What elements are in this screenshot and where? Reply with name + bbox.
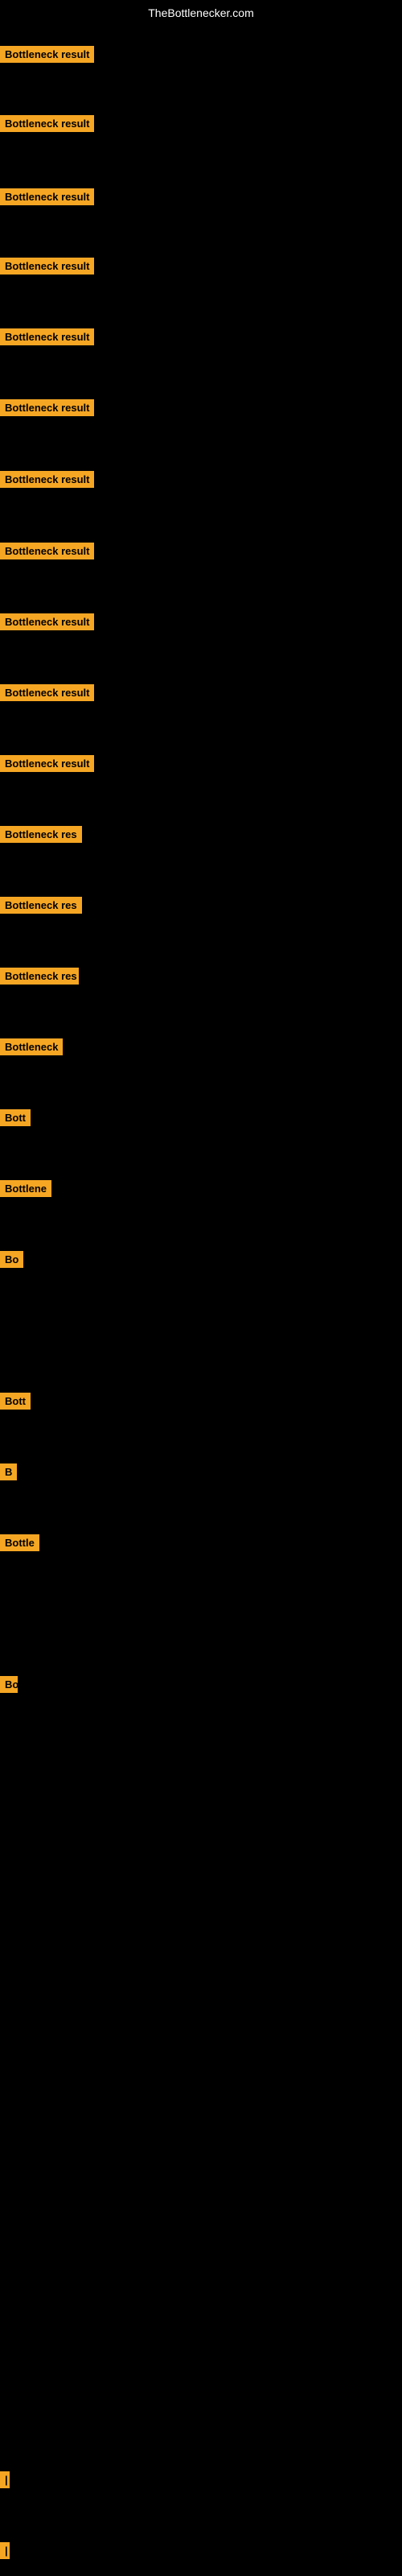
bottleneck-badge-4: Bottleneck result xyxy=(0,328,94,345)
bottleneck-badge-22: | xyxy=(0,2471,10,2488)
bottleneck-badge-18: Bott xyxy=(0,1393,31,1410)
bottleneck-badge-1: Bottleneck result xyxy=(0,115,94,132)
bottleneck-badge-11: Bottleneck res xyxy=(0,826,82,843)
bottleneck-badge-16: Bottlene xyxy=(0,1180,51,1197)
bottleneck-badge-21: Bo xyxy=(0,1676,18,1693)
site-title: TheBottlenecker.com xyxy=(148,6,254,19)
bottleneck-badge-19: B xyxy=(0,1463,17,1480)
bottleneck-badge-10: Bottleneck result xyxy=(0,755,94,772)
bottleneck-badge-17: Bo xyxy=(0,1251,23,1268)
bottleneck-badge-7: Bottleneck result xyxy=(0,543,94,559)
bottleneck-badge-0: Bottleneck result xyxy=(0,46,94,63)
bottleneck-badge-14: Bottleneck xyxy=(0,1038,63,1055)
bottleneck-badge-12: Bottleneck res xyxy=(0,897,82,914)
bottleneck-badge-6: Bottleneck result xyxy=(0,471,94,488)
bottleneck-badge-3: Bottleneck result xyxy=(0,258,94,275)
bottleneck-badge-13: Bottleneck res xyxy=(0,968,79,985)
bottleneck-badge-15: Bott xyxy=(0,1109,31,1126)
bottleneck-badge-20: Bottle xyxy=(0,1534,39,1551)
bottleneck-badge-23: | xyxy=(0,2542,10,2559)
bottleneck-badge-8: Bottleneck result xyxy=(0,613,94,630)
bottleneck-badge-2: Bottleneck result xyxy=(0,188,94,205)
bottleneck-badge-5: Bottleneck result xyxy=(0,399,94,416)
bottleneck-badge-9: Bottleneck result xyxy=(0,684,94,701)
